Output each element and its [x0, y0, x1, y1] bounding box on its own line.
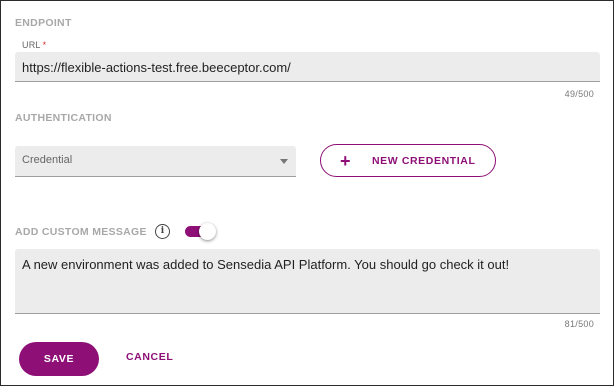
url-label: URL *	[22, 40, 46, 50]
cancel-button[interactable]: CANCEL	[126, 351, 173, 363]
new-credential-button[interactable]: + NEW CREDENTIAL	[320, 144, 496, 177]
url-field[interactable]: URL * https://flexible-actions-test.free.…	[15, 40, 600, 82]
custom-message-textarea[interactable]: A new environment was added to Sensedia …	[15, 249, 600, 314]
authentication-section-title: AUTHENTICATION	[15, 112, 112, 124]
endpoint-section-title: ENDPOINT	[15, 17, 72, 29]
custom-message-toggle[interactable]	[185, 223, 216, 240]
required-mark: *	[42, 40, 47, 50]
custom-message-section-title: ADD CUSTOM MESSAGE	[15, 226, 147, 238]
save-button[interactable]: SAVE	[19, 342, 99, 376]
credential-select[interactable]: Credential	[15, 146, 296, 177]
custom-message-text: A new environment was added to Sensedia …	[22, 257, 510, 272]
credential-select-value: Credential	[22, 154, 73, 166]
info-icon[interactable]: i	[155, 224, 170, 239]
plus-icon: +	[340, 151, 351, 171]
url-input[interactable]: https://flexible-actions-test.free.beece…	[22, 60, 291, 75]
message-char-counter: 81/500	[564, 319, 594, 329]
url-char-counter: 49/500	[564, 89, 594, 99]
dropdown-arrow-icon	[280, 159, 288, 164]
new-credential-label: NEW CREDENTIAL	[372, 155, 476, 167]
url-label-text: URL	[22, 40, 41, 50]
toggle-thumb	[199, 223, 216, 240]
